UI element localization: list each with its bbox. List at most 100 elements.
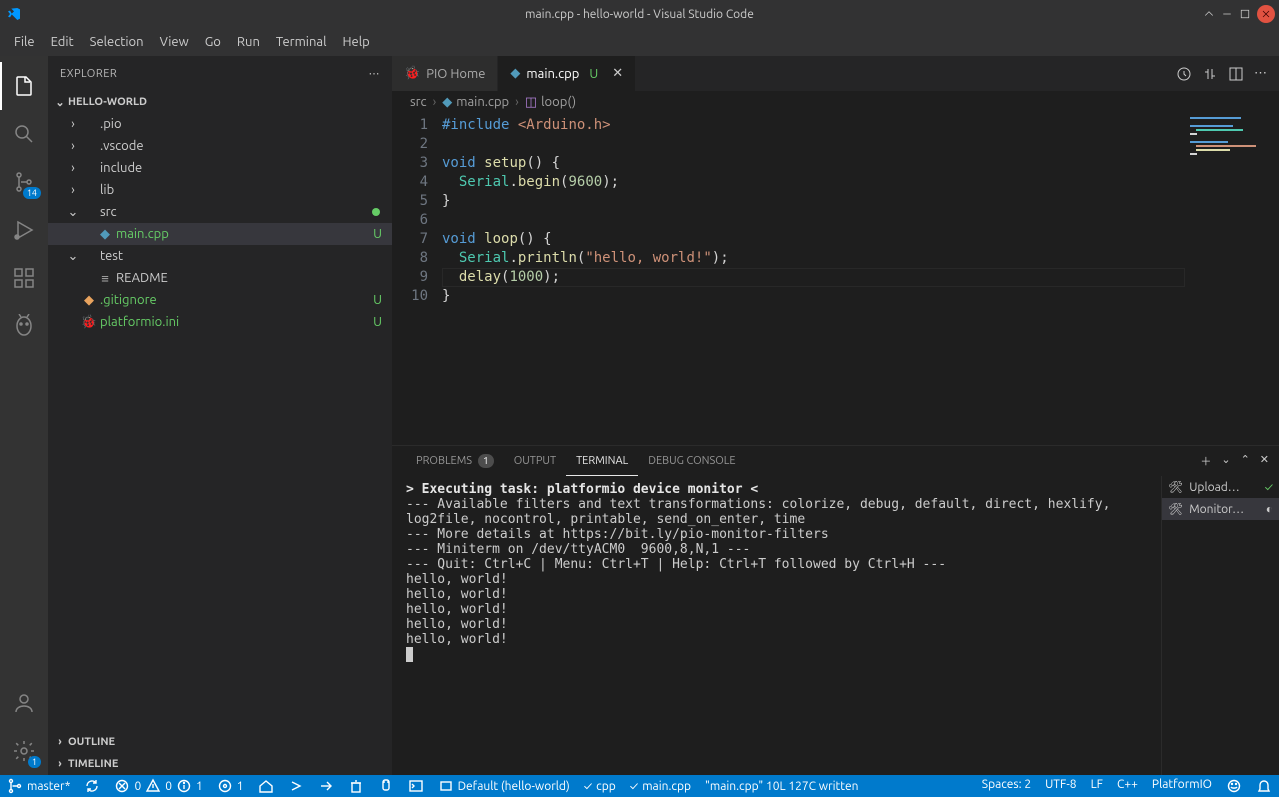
folder-src[interactable]: ⌄src (48, 201, 392, 223)
status-pio-upload[interactable] (311, 775, 341, 797)
timeline-icon[interactable] (1176, 66, 1192, 82)
breadcrumb-symbol[interactable]: loop() (541, 95, 576, 109)
tab-close-icon[interactable]: ✕ (612, 66, 623, 81)
tool-icon: 🛠 (1168, 502, 1183, 516)
status-problems[interactable]: 0 0 1 (107, 775, 209, 797)
activity-search[interactable] (0, 110, 48, 158)
menu-file[interactable]: File (6, 28, 43, 56)
chevron-right-icon: › (433, 95, 437, 109)
activity-source-control[interactable]: 14 (0, 158, 48, 206)
line-gutter: 12345678910 (392, 113, 442, 445)
menu-bar: FileEditSelectionViewGoRunTerminalHelp (0, 28, 1279, 56)
bottom-panel: PROBLEMS1OUTPUTTERMINALDEBUG CONSOLE ＋ ⌄… (392, 445, 1279, 775)
file-.gitignore[interactable]: ◆.gitignoreU (48, 289, 392, 311)
status-spaces[interactable]: Spaces: 2 (975, 778, 1038, 791)
status-pio-build[interactable] (281, 775, 311, 797)
window-title: main.cpp - hello-world - Visual Studio C… (0, 8, 1279, 21)
status-platform[interactable]: PlatformIO (1145, 778, 1219, 791)
tool-icon: 🛠 (1168, 480, 1183, 494)
sidebar-more-icon[interactable]: ⋯ (369, 67, 381, 80)
menu-terminal[interactable]: Terminal (268, 28, 335, 56)
panel-tab-output[interactable]: OUTPUT (504, 446, 566, 476)
file-platformio.ini[interactable]: 🐞platformio.iniU (48, 311, 392, 333)
activity-accounts[interactable] (0, 679, 48, 727)
panel-close-icon[interactable]: ✕ (1260, 453, 1269, 469)
panel-tab-problems[interactable]: PROBLEMS1 (406, 446, 504, 476)
project-name: HELLO-WORLD (68, 96, 147, 108)
status-feedback-icon[interactable] (1219, 778, 1249, 794)
activity-bar: 14 1 (0, 56, 48, 775)
folder-.vscode[interactable]: ›.vscode (48, 135, 392, 157)
activity-settings[interactable]: 1 (0, 727, 48, 775)
terminal-output[interactable]: > Executing task: platformio device moni… (392, 476, 1161, 775)
status-env[interactable]: Default (hello-world) (431, 775, 577, 797)
section-timeline[interactable]: ›TIMELINE (48, 753, 392, 775)
status-pio-home[interactable] (251, 775, 281, 797)
menu-view[interactable]: View (152, 28, 197, 56)
status-check-cpp[interactable]: ✓ cpp (577, 775, 623, 797)
title-bar: main.cpp - hello-world - Visual Studio C… (0, 0, 1279, 28)
folder-test[interactable]: ⌄test (48, 245, 392, 267)
folder-lib[interactable]: ›lib (48, 179, 392, 201)
folder-include[interactable]: ›include (48, 157, 392, 179)
status-bell-icon[interactable] (1249, 778, 1279, 794)
project-header[interactable]: ⌄ HELLO-WORLD (48, 91, 392, 113)
more-icon[interactable]: ⋯ (1254, 66, 1267, 81)
section-outline[interactable]: ›OUTLINE (48, 731, 392, 753)
activity-explorer[interactable] (0, 62, 48, 110)
file-main.cpp[interactable]: ◆main.cppU (48, 223, 392, 245)
chevron-right-icon: › (515, 95, 519, 109)
tab-pio-home[interactable]: 🐞PIO Home (392, 56, 498, 91)
status-pio-clean[interactable] (341, 775, 371, 797)
split-icon[interactable] (1228, 66, 1244, 82)
status-pio-monitor[interactable] (371, 775, 401, 797)
terminal-entry-upload[interactable]: 🛠Upload…✓ (1162, 476, 1279, 498)
status-check-file[interactable]: ✓ main.cpp (623, 775, 698, 797)
status-eol[interactable]: LF (1084, 778, 1110, 791)
code-editor[interactable]: 12345678910 #include <Arduino.h>void set… (392, 113, 1279, 445)
minimize-icon[interactable] (1221, 8, 1233, 20)
status-branch[interactable]: master* (0, 775, 77, 797)
panel-tab-terminal[interactable]: TERMINAL (566, 446, 638, 476)
activity-extensions[interactable] (0, 254, 48, 302)
panel-tabs: PROBLEMS1OUTPUTTERMINALDEBUG CONSOLE ＋ ⌄… (392, 446, 1279, 476)
menu-help[interactable]: Help (334, 28, 377, 56)
status-ports[interactable]: 1 (210, 775, 251, 797)
breadcrumbs[interactable]: src › ◆ main.cpp › ◫ loop() (392, 91, 1279, 113)
terminal-list: 🛠Upload…✓🛠Monitor…◐ (1161, 476, 1279, 775)
close-icon[interactable] (1257, 5, 1275, 23)
minimap[interactable] (1185, 113, 1279, 445)
vscode-icon (0, 6, 28, 22)
settings-badge: 1 (28, 756, 41, 768)
file-README[interactable]: ≡README (48, 267, 392, 289)
status-language[interactable]: C++ (1110, 778, 1145, 791)
menu-run[interactable]: Run (229, 28, 268, 56)
menu-go[interactable]: Go (197, 28, 229, 56)
maximize-icon[interactable] (1239, 8, 1251, 20)
explorer-tree: ›.pio›.vscode›include›lib⌄src◆main.cppU⌄… (48, 113, 392, 731)
activity-platformio[interactable] (0, 302, 48, 350)
compare-icon[interactable] (1202, 66, 1218, 82)
chevron-down-icon: ⌄ (52, 96, 68, 109)
breadcrumb-file[interactable]: main.cpp (456, 95, 509, 109)
activity-run-debug[interactable] (0, 206, 48, 254)
tab-main.cpp[interactable]: ◆main.cppU✕ (498, 56, 636, 91)
panel-tab-debug-console[interactable]: DEBUG CONSOLE (638, 446, 745, 476)
new-terminal-icon[interactable]: ＋ (1200, 453, 1211, 469)
status-written: "main.cpp" 10L 127C written (698, 775, 865, 797)
sidebar-title: EXPLORER (60, 68, 117, 80)
code-content[interactable]: #include <Arduino.h>void setup() { Seria… (442, 113, 1279, 445)
status-encoding[interactable]: UTF-8 (1038, 778, 1083, 791)
panel-up-icon[interactable]: ⌃ (1241, 453, 1250, 469)
status-bar: master* 0 0 1 1 Default (hello-world) ✓ … (0, 775, 1279, 797)
status-pio-terminal[interactable] (401, 775, 431, 797)
layout-icon[interactable] (1203, 8, 1215, 20)
terminal-entry-monitor[interactable]: 🛠Monitor…◐ (1162, 498, 1279, 520)
menu-edit[interactable]: Edit (43, 28, 82, 56)
folder-.pio[interactable]: ›.pio (48, 113, 392, 135)
status-sync[interactable] (77, 775, 107, 797)
sidebar: EXPLORER ⋯ ⌄ HELLO-WORLD ›.pio›.vscode›i… (48, 56, 392, 775)
terminal-dropdown-icon[interactable]: ⌄ (1221, 453, 1230, 469)
menu-selection[interactable]: Selection (82, 28, 152, 56)
breadcrumb-folder[interactable]: src (410, 95, 427, 109)
